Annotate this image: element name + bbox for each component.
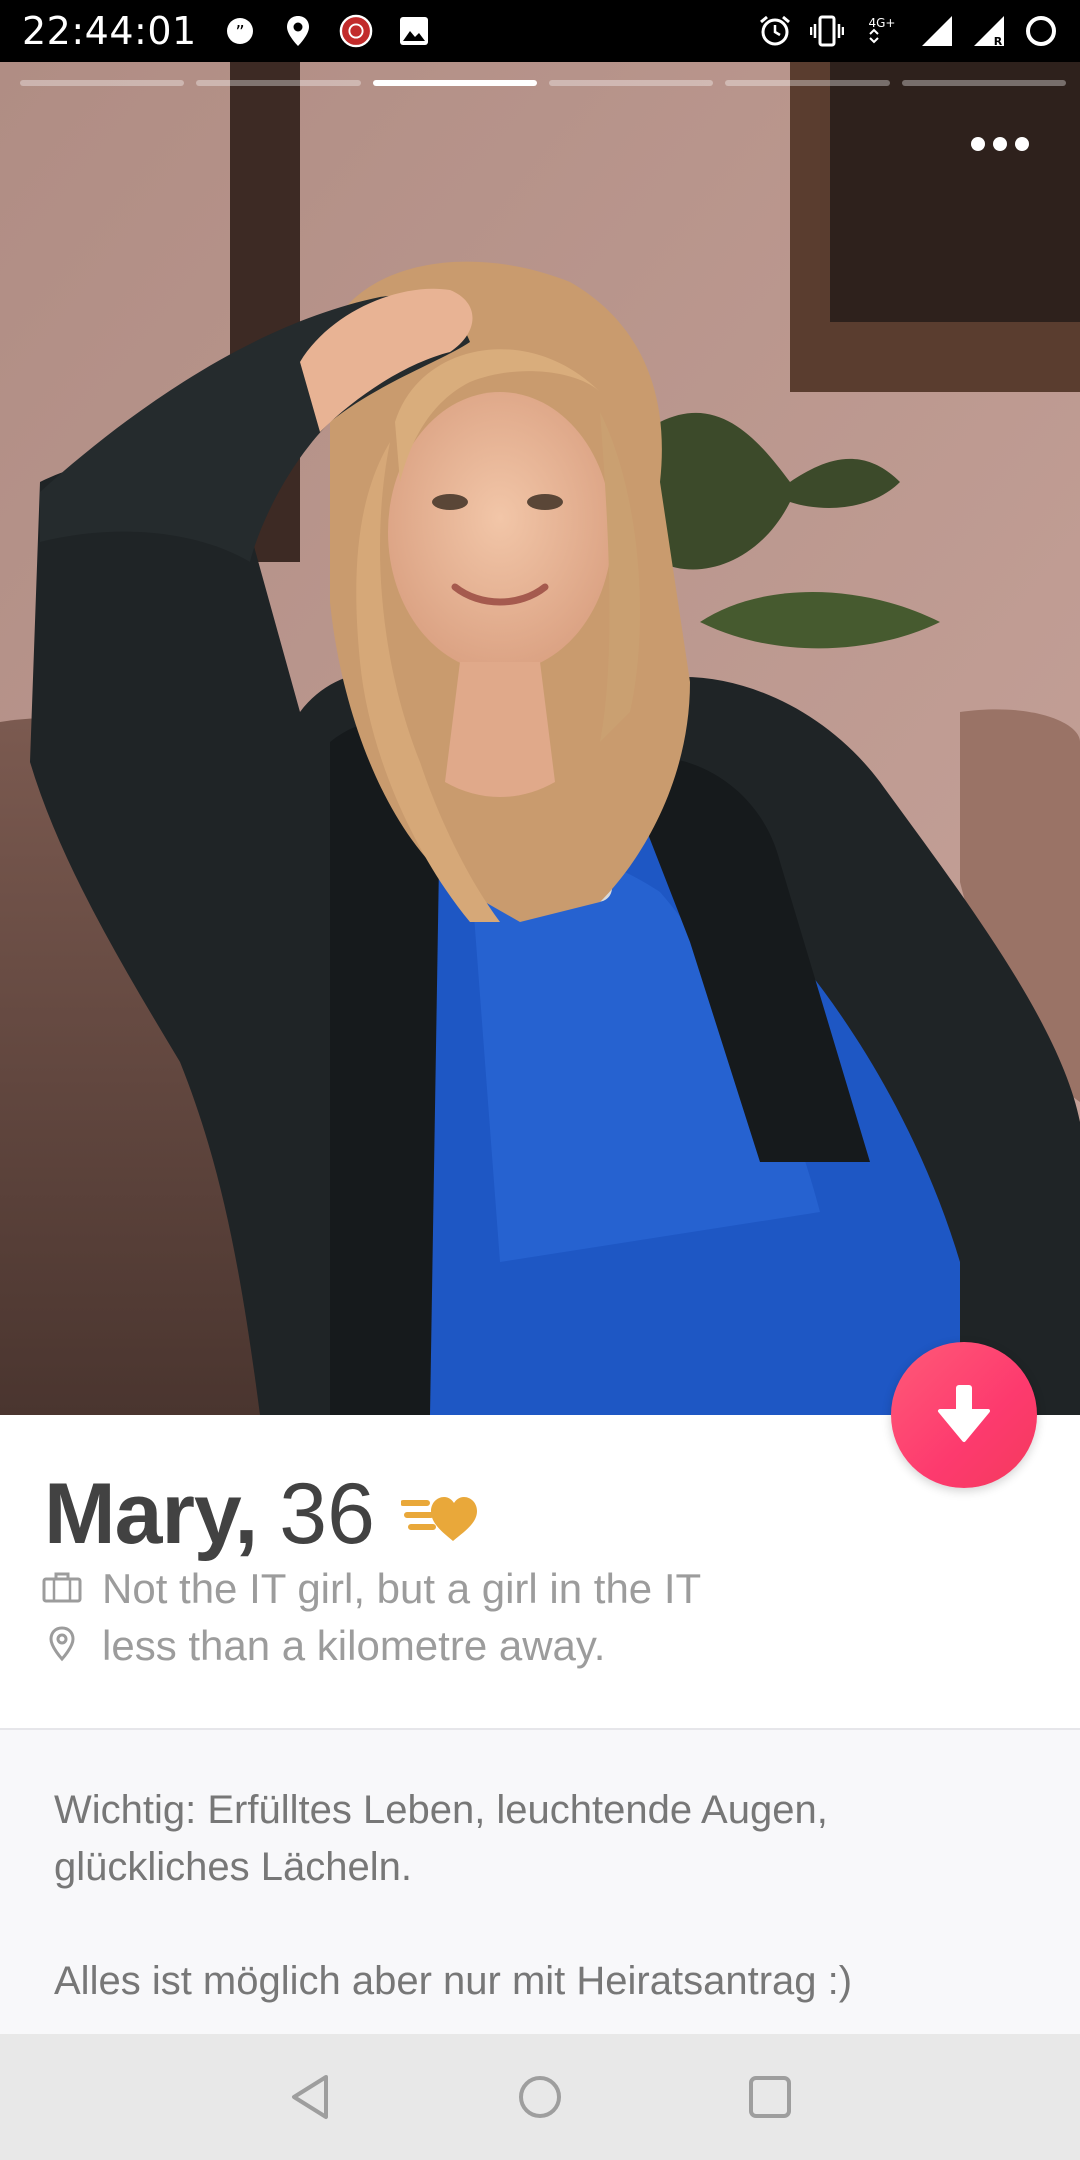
status-right-icons: 4G+ R — [758, 14, 1058, 48]
collapse-profile-button[interactable] — [891, 1342, 1037, 1488]
job-text: Not the IT girl, but a girl in the IT — [102, 1565, 702, 1612]
briefcase-icon — [42, 1571, 82, 1608]
home-circle-icon[interactable] — [510, 2067, 570, 2127]
signal-icon — [920, 14, 954, 48]
alarm-icon — [758, 14, 792, 48]
distance-text: less than a kilometre away. — [102, 1622, 606, 1669]
status-time: 22:44:01 — [22, 9, 197, 53]
profile-photo-illustration — [0, 62, 1080, 1415]
profile-photo[interactable] — [0, 62, 1080, 1415]
arrow-down-icon — [937, 1383, 991, 1448]
svg-text:”: ” — [235, 22, 244, 43]
photo-progress-segment[interactable] — [196, 80, 361, 86]
network-4g-icon: 4G+ — [862, 14, 902, 48]
svg-text:R: R — [994, 35, 1003, 48]
location-icon — [48, 1625, 76, 1667]
bio-line: Alles ist möglich aber nur mit Heiratsan… — [54, 1959, 853, 2003]
more-dot — [993, 137, 1007, 151]
photo-progress-segment[interactable] — [20, 80, 185, 86]
super-boost-heart-icon — [399, 1491, 481, 1550]
image-icon — [397, 14, 431, 48]
more-dots-icon[interactable] — [960, 122, 1040, 166]
status-left-icons: ” — [223, 14, 431, 48]
bio-line: Wichtig: Erfülltes Leben, leuchtende Aug… — [54, 1788, 828, 1832]
location-pin-icon — [281, 14, 315, 48]
photo-progress-segment[interactable] — [901, 80, 1066, 86]
job-row: Not the IT girl, but a girl in the IT — [42, 1565, 701, 1613]
photo-progress-segment-active[interactable] — [372, 80, 537, 86]
recents-square-icon[interactable] — [740, 2067, 800, 2127]
profile-name: Mary, — [44, 1466, 258, 1562]
app-badge-icon — [339, 14, 373, 48]
distance-row: less than a kilometre away. — [42, 1622, 605, 1670]
vibrate-icon — [810, 14, 844, 48]
name-row: Mary, 36 — [44, 1465, 481, 1564]
photo-progress-segment[interactable] — [725, 80, 890, 86]
quote-icon: ” — [223, 14, 257, 48]
svg-text:4G+: 4G+ — [869, 16, 896, 30]
roaming-signal-icon: R — [972, 14, 1006, 48]
status-bar: 22:44:01 ” 4G+ R — [0, 0, 1080, 62]
profile-age: 36 — [279, 1466, 375, 1562]
more-dot — [971, 137, 985, 151]
system-nav-bar — [0, 2034, 1080, 2160]
photo-progress-segment[interactable] — [548, 80, 714, 86]
bio-line: glückliches Lächeln. — [54, 1845, 412, 1889]
bio-section: Wichtig: Erfülltes Leben, leuchtende Aug… — [0, 1730, 1080, 2034]
back-triangle-icon[interactable] — [280, 2067, 340, 2127]
more-dot — [1015, 137, 1029, 151]
photo-progress-bar — [20, 80, 1066, 86]
battery-ring-icon — [1024, 14, 1058, 48]
